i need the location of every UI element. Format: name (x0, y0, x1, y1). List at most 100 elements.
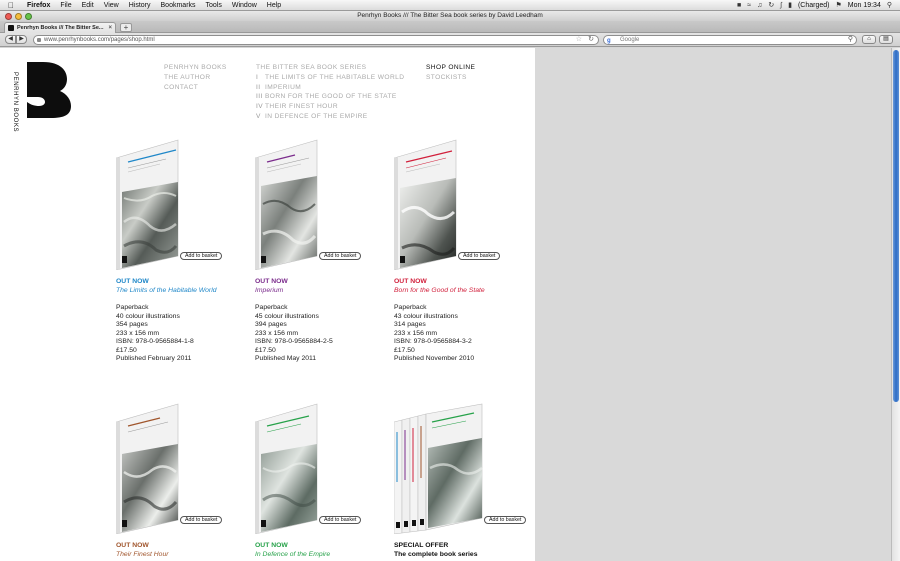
menu-tools[interactable]: Tools (201, 0, 227, 11)
product-title[interactable]: The Limits of the Habitable World (116, 287, 217, 294)
navigation-toolbar: ◀ ▶ www.penrhynbooks.com/pages/shop.html… (0, 33, 900, 47)
product-size: 233 x 156 mm (116, 329, 160, 337)
product-status: SPECIAL OFFER (394, 542, 449, 549)
series-nav: THE BITTER SEA BOOK SERIES I THE LIMITS O… (256, 63, 404, 122)
menu-bookmarks[interactable]: Bookmarks (156, 0, 201, 11)
product-title[interactable]: In Defence of the Empire (255, 551, 330, 558)
back-button[interactable]: ◀ (5, 35, 16, 44)
clock[interactable]: Mon 19:34 (848, 2, 881, 9)
extras-icon[interactable]: ■ (737, 2, 741, 9)
page-viewport: PENRHYN BOOKS PENRHYN BOOKS THE AUTHOR C… (0, 48, 891, 561)
home-button[interactable]: ⌂ (862, 35, 876, 44)
vertical-scrollbar[interactable] (891, 48, 900, 561)
product-details: Paperback 40 colour illustrations 354 pa… (116, 304, 194, 364)
menu-help[interactable]: Help (262, 0, 286, 11)
nav-series-title[interactable]: THE BITTER SEA BOOK SERIES (256, 63, 404, 73)
brand-sidebar: PENRHYN BOOKS (0, 48, 85, 561)
nav-book-4[interactable]: IV THEIR FINEST HOUR (256, 102, 404, 112)
menu-history[interactable]: History (124, 0, 156, 11)
product-card: Add to basket OUT NOW Born for the Good … (394, 138, 524, 378)
product-status: OUT NOW (394, 278, 427, 285)
product-status: OUT NOW (116, 542, 149, 549)
nav-contact[interactable]: CONTACT (164, 83, 227, 93)
new-tab-button[interactable]: + (120, 23, 132, 32)
addon-button[interactable]: ▤ (879, 35, 893, 44)
nav-book-1[interactable]: I THE LIMITS OF THE HABITABLE WORLD (256, 73, 404, 83)
menu-file[interactable]: File (55, 0, 76, 11)
bluetooth-icon[interactable]: ∫ (780, 2, 782, 9)
tab-label: Penrhyn Books /// The Bitter Se... (17, 25, 104, 31)
product-isbn: ISBN: 978-0-9565884-3-2 (394, 338, 472, 345)
product-size: 233 x 156 mm (394, 329, 438, 337)
add-to-basket-button[interactable]: Add to basket (458, 252, 501, 260)
nav-shop-online[interactable]: SHOP ONLINE (426, 63, 475, 73)
nav-penrhyn-books[interactable]: PENRHYN BOOKS (164, 63, 227, 73)
site-identity-icon[interactable] (37, 38, 41, 42)
tab-penrhyn-books[interactable]: Penrhyn Books /// The Bitter Se... × (4, 22, 116, 33)
add-to-basket-button[interactable]: Add to basket (180, 516, 223, 524)
forward-button[interactable]: ▶ (16, 35, 27, 44)
product-title[interactable]: Their Finest Hour (116, 551, 169, 558)
sync-icon[interactable]: ↻ (768, 1, 774, 9)
reload-icon[interactable]: ↻ (588, 36, 594, 44)
menu-app-name[interactable]: Firefox (22, 0, 55, 11)
product-pages: 354 pages (116, 321, 148, 328)
product-size: 233 x 156 mm (255, 329, 299, 337)
flag-icon[interactable]: ⚑ (835, 1, 841, 9)
menu-view[interactable]: View (99, 0, 124, 11)
nav-the-author[interactable]: THE AUTHOR (164, 73, 227, 83)
penrhyn-logo[interactable] (27, 62, 71, 118)
nav-book-2[interactable]: II IMPERIUM (256, 83, 404, 93)
search-engine-icon[interactable]: g (607, 37, 611, 45)
menu-edit[interactable]: Edit (77, 0, 99, 11)
minimize-window-button[interactable] (15, 12, 22, 20)
url-bar[interactable]: www.penrhynbooks.com/pages/shop.html ☆ ↻ (33, 35, 599, 45)
battery-icon[interactable]: ▮ (788, 1, 792, 9)
spotlight-icon[interactable]: ⚲ (887, 1, 892, 9)
wifi-icon[interactable]: ≈ (747, 2, 751, 9)
product-title[interactable]: The complete book series (394, 551, 477, 558)
book-cover[interactable] (116, 402, 224, 534)
product-status: OUT NOW (116, 278, 149, 285)
product-pages: 394 pages (255, 321, 287, 328)
product-format: Paperback (255, 304, 288, 311)
tab-close-icon[interactable]: × (108, 23, 112, 33)
product-illustrations: 40 colour illustrations (116, 312, 180, 320)
search-icon[interactable]: ⚲ (848, 36, 853, 44)
book-set-cover[interactable] (394, 402, 502, 534)
volume-icon[interactable]: ♫ (757, 2, 762, 9)
nav-book-3[interactable]: III BORN FOR THE GOOD OF THE STATE (256, 92, 404, 102)
add-to-basket-button[interactable]: Add to basket (180, 252, 223, 260)
page-content: PENRHYN BOOKS THE AUTHOR CONTACT THE BIT… (85, 48, 535, 561)
search-input[interactable]: g Google ⚲ (603, 35, 857, 45)
apple-icon[interactable]:  (0, 1, 22, 10)
battery-status[interactable]: (Charged) (798, 2, 830, 9)
add-to-basket-button[interactable]: Add to basket (484, 516, 527, 524)
menu-window[interactable]: Window (227, 0, 262, 11)
scrollbar-thumb[interactable] (893, 50, 899, 402)
product-card: Add to basket OUT NOW The Limits of the … (116, 138, 246, 378)
status-tray: ■ ≈ ♫ ↻ ∫ ▮ (Charged) ⚑ Mon 19:34 ⚲ (737, 1, 900, 10)
nav-stockists[interactable]: STOCKISTS (426, 73, 475, 83)
book-cover[interactable] (394, 138, 502, 270)
window-titlebar: Penrhyn Books /// The Bitter Sea book se… (0, 11, 900, 21)
book-cover[interactable] (116, 138, 224, 270)
product-format: Paperback (394, 304, 427, 311)
zoom-window-button[interactable] (25, 12, 32, 20)
window-title: Penrhyn Books /// The Bitter Sea book se… (357, 12, 543, 19)
product-price: £17.50 (116, 346, 137, 354)
bookmark-star-icon[interactable]: ☆ (576, 36, 582, 44)
product-price: £17.50 (394, 346, 415, 354)
close-window-button[interactable] (5, 12, 12, 20)
url-text: www.penrhynbooks.com/pages/shop.html (44, 37, 155, 43)
product-published: Published February 2011 (116, 355, 192, 362)
add-to-basket-button[interactable]: Add to basket (319, 516, 362, 524)
product-card: Add to basket OUT NOW Imperium Paperback… (255, 138, 385, 378)
add-to-basket-button[interactable]: Add to basket (319, 252, 362, 260)
nav-book-5[interactable]: V IN DEFENCE OF THE EMPIRE (256, 112, 404, 122)
book-cover[interactable] (255, 402, 363, 534)
book-cover[interactable] (255, 138, 363, 270)
product-title[interactable]: Imperium (255, 287, 283, 294)
product-title[interactable]: Born for the Good of the State (394, 287, 485, 294)
mac-menubar:  Firefox File Edit View History Bookmar… (0, 0, 900, 11)
